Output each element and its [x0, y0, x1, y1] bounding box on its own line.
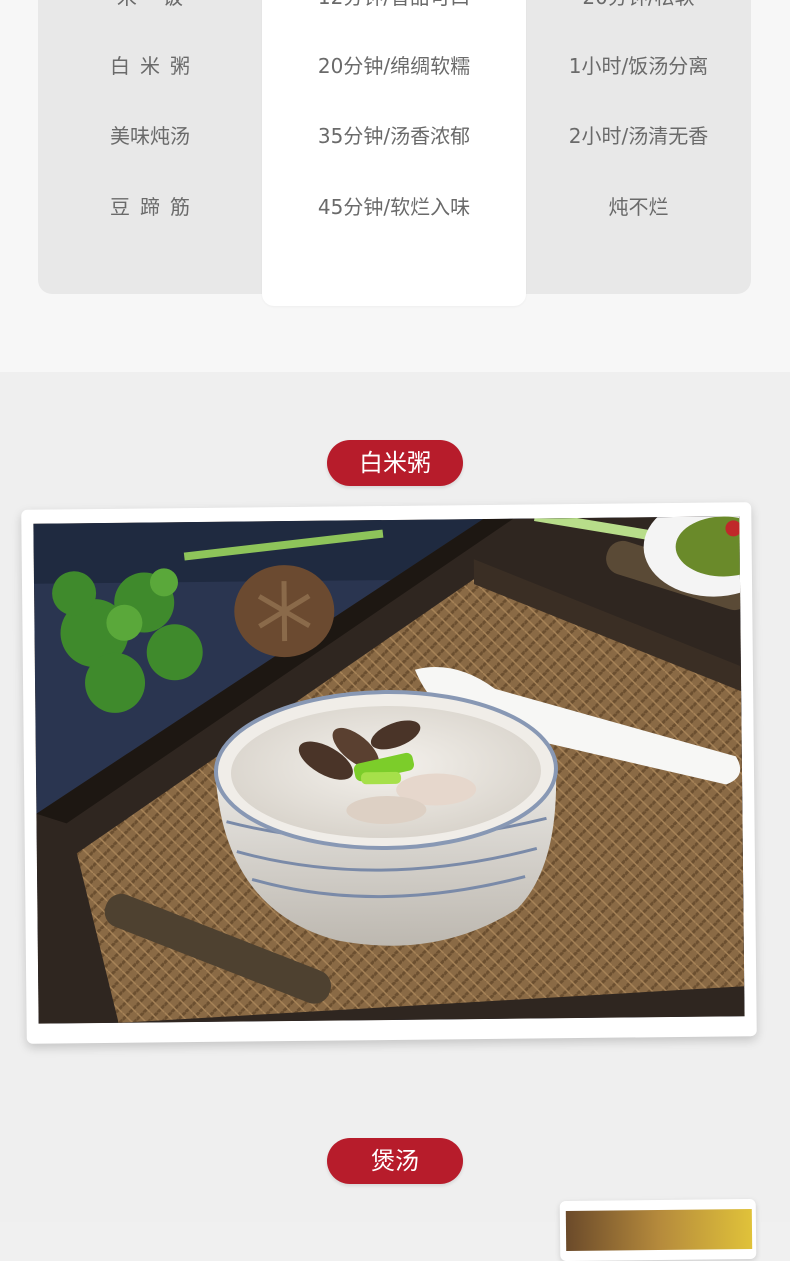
porridge-illustration: [33, 516, 745, 1024]
porridge-photo-card: [21, 502, 757, 1044]
other-cooking-time: 炖不烂: [608, 195, 669, 219]
comparison-highlight-column: [262, 0, 526, 306]
other-cooking-time: 20分钟/松软: [526, 0, 751, 12]
food-name: 美味炖汤: [110, 124, 190, 148]
soup-photo-card: [559, 1198, 757, 1261]
soup-photo: [565, 1209, 753, 1251]
our-cooking-time: 20分钟/绵绸软糯: [317, 54, 471, 78]
our-cooking-time: 35分钟/汤香浓郁: [317, 124, 471, 148]
our-cooking-time: 45分钟/软烂入味: [317, 195, 471, 219]
comparison-section: 米 饭 12分钟/香甜可口 20分钟/松软 白米粥 20分钟/绵绸软糯 1小时/…: [0, 0, 790, 372]
food-name: 白米粥: [110, 54, 200, 78]
comparison-row: 米 饭 12分钟/香甜可口 20分钟/松软: [0, 0, 790, 12]
other-cooking-time: 1小时/饭汤分离: [568, 54, 709, 78]
food-name: 米 饭: [38, 0, 262, 12]
section-title-pill: 白米粥: [327, 440, 463, 486]
section-title-pill: 煲汤: [327, 1138, 463, 1184]
other-cooking-time: 2小时/汤清无香: [568, 124, 709, 148]
comparison-row: 美味炖汤 35分钟/汤香浓郁 2小时/汤清无香: [0, 121, 790, 151]
porridge-photo: [33, 516, 745, 1024]
comparison-row: 豆蹄筋 45分钟/软烂入味 炖不烂: [0, 192, 790, 222]
food-name: 豆蹄筋: [110, 195, 200, 219]
comparison-row: 白米粥 20分钟/绵绸软糯 1小时/饭汤分离: [0, 51, 790, 81]
our-cooking-time: 12分钟/香甜可口: [262, 0, 526, 12]
